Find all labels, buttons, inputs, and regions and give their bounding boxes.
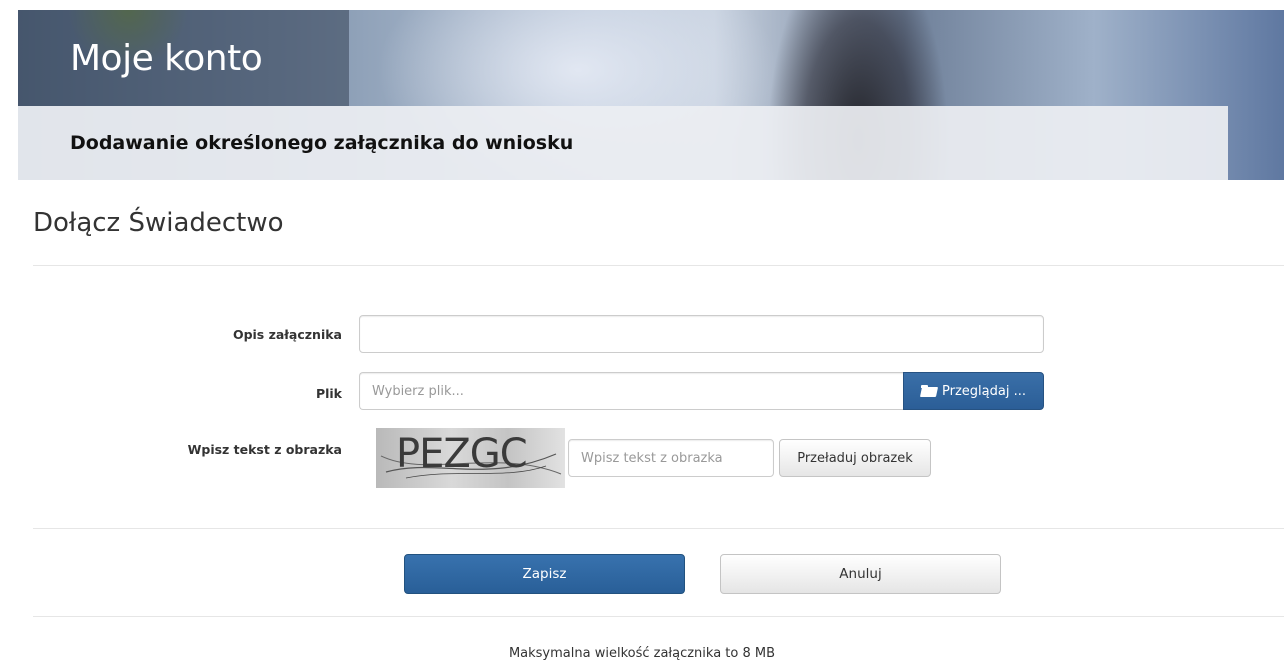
divider (33, 528, 1284, 529)
reload-captcha-button[interactable]: Przeładuj obrazek (779, 439, 931, 477)
section-heading: Dołącz Świadectwo (33, 208, 284, 238)
browse-button[interactable]: Przeglądaj ... (903, 372, 1044, 410)
cancel-button[interactable]: Anuluj (720, 554, 1001, 594)
file-path-input[interactable] (359, 372, 904, 410)
subtitle-panel: Dodawanie określonego załącznika do wnio… (18, 106, 1228, 180)
header-banner: Moje konto Dodawanie określonego załączn… (18, 10, 1284, 180)
captcha-image: PEZGC (376, 428, 565, 488)
page-title: Moje konto (70, 38, 263, 79)
title-panel: Moje konto (18, 10, 349, 106)
description-input[interactable] (359, 315, 1044, 353)
folder-open-icon (921, 385, 938, 397)
max-size-note: Maksymalna wielkość załącznika to 8 MB (508, 646, 776, 661)
page-subtitle: Dodawanie określonego załącznika do wnio… (70, 132, 574, 154)
captcha-label: Wpisz tekst z obrazka (187, 442, 342, 457)
file-label: Plik (315, 386, 342, 401)
divider (33, 616, 1284, 617)
divider (33, 265, 1284, 266)
captcha-text: PEZGC (396, 431, 528, 477)
description-label: Opis załącznika (232, 327, 342, 342)
save-button[interactable]: Zapisz (404, 554, 685, 594)
captcha-input[interactable] (568, 439, 774, 477)
browse-button-label: Przeglądaj ... (942, 383, 1026, 399)
